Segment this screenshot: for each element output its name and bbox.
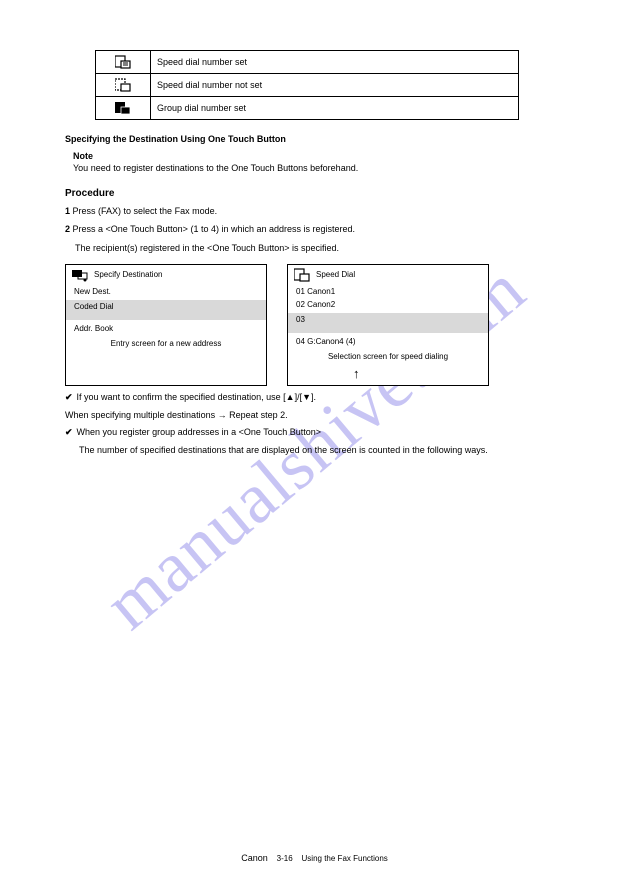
device-screen-right: Speed Dial 01 Canon1 02 Canon2 03 04 G:C…	[287, 264, 489, 386]
speed-dial-set-icon	[294, 268, 310, 282]
tip-row: ✔When you register group addresses in a …	[65, 427, 564, 438]
speed-dial-set-icon	[115, 55, 131, 69]
cell: Speed dial number not set	[151, 74, 519, 97]
body-text: When specifying multiple destinations → …	[65, 409, 564, 421]
step-text: The recipient(s) registered in the <One …	[75, 242, 564, 254]
cell: Group dial number set	[151, 97, 519, 120]
body-text: The number of specified destinations tha…	[79, 444, 564, 456]
page-footer: Canon 3-16 Using the Fax Functions	[0, 853, 629, 863]
section-heading: Specifying the Destination Using One Tou…	[65, 134, 564, 144]
cell: Speed dial number set	[151, 51, 519, 74]
device-screen-left: Specify Destination New Dest. Coded Dial…	[65, 264, 267, 386]
table-row: Speed dial number not set	[96, 74, 519, 97]
fax-icon	[72, 268, 88, 282]
tip-row: ✔If you want to confirm the specified de…	[65, 392, 564, 403]
step-text: 1 Press (FAX) to select the Fax mode.	[65, 205, 564, 217]
screenshot-row: Specify Destination New Dest. Coded Dial…	[65, 264, 564, 386]
procedure-heading: Procedure	[65, 188, 564, 199]
speed-dial-unset-icon	[115, 78, 131, 92]
box-caption: Selection screen for speed dialing	[288, 352, 488, 361]
note: NoteYou need to register destinations to…	[73, 150, 564, 174]
step-text: 2 Press a <One Touch Button> (1 to 4) in…	[65, 223, 564, 235]
box-caption: Entry screen for a new address	[66, 339, 266, 348]
arrow-up-icon: ↑	[353, 366, 360, 381]
table-row: Speed dial number set	[96, 51, 519, 74]
group-dial-icon	[115, 101, 131, 115]
table-row: Group dial number set	[96, 97, 519, 120]
icon-table: Speed dial number set Speed dial number …	[95, 50, 519, 120]
